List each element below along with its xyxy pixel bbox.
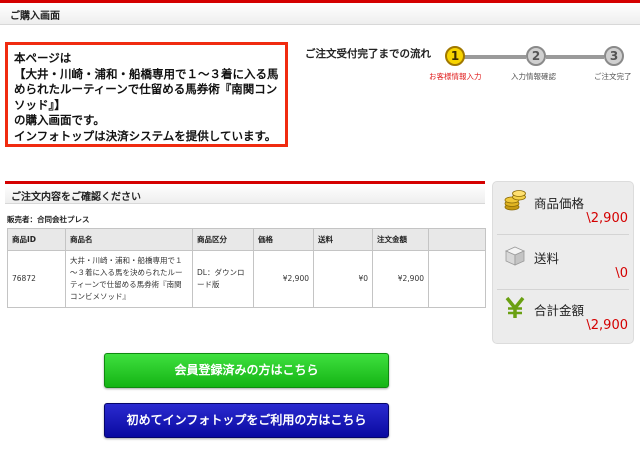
step-1-label: お客様情報入力: [429, 72, 482, 81]
order-table: 商品ID 商品名 商品区分 価格 送料 注文金額 76872 大井・川崎・浦和・…: [7, 228, 486, 308]
total-cell: ¥2,900: [372, 250, 429, 308]
seller-name: 販売者：合同会社プレス: [7, 215, 90, 224]
box-icon: [503, 244, 527, 268]
step-2-label: 入力情報確認: [511, 72, 556, 81]
page-title: ご購入画面: [10, 11, 60, 22]
first-time-user-button[interactable]: 初めてインフォトップをご利用の方はこちら: [104, 403, 389, 438]
empty-cell: [428, 250, 486, 308]
summary-divider: [497, 234, 629, 235]
total-label: 合計金額: [534, 303, 585, 318]
total-value: \2,900: [586, 318, 628, 333]
step-1-circle: 1: [445, 46, 465, 66]
page-header-bar: [0, 0, 640, 24]
price-cell: ¥2,900: [253, 250, 314, 308]
notice-line: 本ページは: [14, 51, 72, 65]
column-header: 送料: [313, 228, 373, 251]
shipping-value: \0: [615, 266, 628, 281]
order-section-title: ご注文内容をご確認ください: [11, 192, 141, 203]
notice-line: められたルーティーンで仕留める馬券術『南関コンビメ: [14, 82, 279, 96]
member-login-button[interactable]: 会員登録済みの方はこちら: [104, 353, 389, 388]
step-3-circle: 3: [604, 46, 624, 66]
table-row: 76872 大井・川崎・浦和・船橋専用で１～３着に入る馬を決められたルーティーン…: [7, 250, 486, 308]
yen-icon: [503, 296, 527, 320]
shipping-cell: ¥0: [313, 250, 373, 308]
product-name-cell: 大井・川崎・浦和・船橋専用で１～３着に入る馬を決められたルーティーンで仕留める馬…: [65, 250, 193, 308]
item-price-label: 商品価格: [534, 196, 585, 211]
notice-line: の購入画面です。: [14, 113, 105, 127]
header-divider: [0, 24, 640, 25]
product-type-cell: DL：ダウンロード版: [192, 250, 254, 308]
column-header: 商品区分: [192, 228, 254, 251]
step-connector: [464, 55, 526, 59]
product-notice-box: 本ページは 【大井・川崎・浦和・船橋専用で１～３着に入る馬を決 められたルーティ…: [5, 42, 288, 147]
notice-line: 【大井・川崎・浦和・船橋専用で１～３着に入る馬を決: [14, 66, 279, 81]
order-header-divider: [5, 203, 485, 204]
step-3-label: ご注文完了: [594, 72, 632, 81]
column-header: [428, 228, 486, 251]
column-header: 注文金額: [372, 228, 429, 251]
summary-divider: [497, 289, 629, 290]
notice-line: ソッド』】: [14, 97, 66, 112]
column-header: 価格: [253, 228, 314, 251]
column-header: 商品名: [65, 228, 193, 251]
product-id-cell: 76872: [7, 250, 66, 308]
shipping-label: 送料: [534, 251, 560, 266]
item-price-value: \2,900: [586, 211, 628, 226]
step-2-circle: 2: [526, 46, 546, 66]
flow-title: ご注文受付完了までの流れ: [305, 48, 431, 60]
coins-icon: [503, 188, 527, 212]
table-header-row: 商品ID 商品名 商品区分 価格 送料 注文金額: [7, 228, 486, 251]
column-header: 商品ID: [7, 228, 66, 251]
step-connector: [546, 55, 604, 59]
notice-line: インフォトップは決済システムを提供しています。: [14, 128, 277, 143]
